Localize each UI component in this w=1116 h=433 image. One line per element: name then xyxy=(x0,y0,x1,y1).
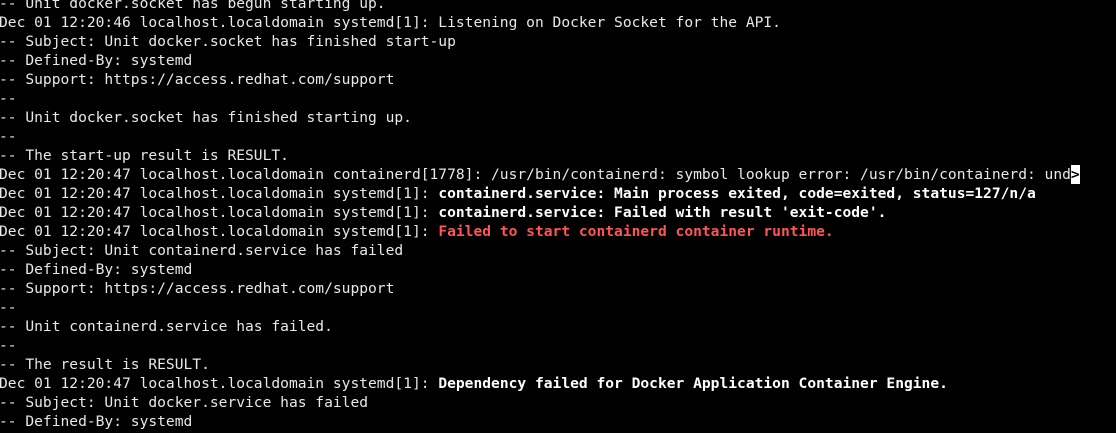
log-text: Dec 01 12:20:47 localhost.localdomain sy… xyxy=(0,185,439,202)
log-text: -- xyxy=(0,128,17,145)
log-text: Dec 01 12:20:47 localhost.localdomain co… xyxy=(0,166,1071,183)
log-message-highlight: containerd.service: Main process exited,… xyxy=(438,185,1036,202)
log-line: -- Unit docker.socket has begun starting… xyxy=(0,0,1116,13)
log-message-highlight: containerd.service: Failed with result '… xyxy=(438,204,887,221)
log-text: -- Unit docker.socket has finished start… xyxy=(0,109,412,126)
log-line: -- Defined-By: systemd xyxy=(0,412,1116,431)
log-line: -- Support: https://access.redhat.com/su… xyxy=(0,70,1116,89)
log-text: -- Subject: Unit containerd.service has … xyxy=(0,242,404,259)
log-text: -- xyxy=(0,337,17,354)
log-line: -- xyxy=(0,89,1116,108)
log-line: -- Unit containerd.service has failed. xyxy=(0,317,1116,336)
log-text: -- The start-up result is RESULT. xyxy=(0,147,289,164)
terminal-window[interactable]: -- Unit docker.socket has begun starting… xyxy=(0,0,1116,433)
log-text: -- Defined-By: systemd xyxy=(0,261,193,278)
log-text: -- Unit docker.socket has begun starting… xyxy=(0,0,386,12)
log-line: -- Defined-By: systemd xyxy=(0,51,1116,70)
log-text: -- Support: https://access.redhat.com/su… xyxy=(0,280,395,297)
log-line: -- Support: https://access.redhat.com/su… xyxy=(0,279,1116,298)
log-line: Dec 01 12:20:46 localhost.localdomain sy… xyxy=(0,13,1116,32)
log-line: -- Unit docker.socket has finished start… xyxy=(0,108,1116,127)
log-line: -- Subject: Unit docker.socket has finis… xyxy=(0,32,1116,51)
log-text: -- Subject: Unit docker.socket has finis… xyxy=(0,33,456,50)
log-text: Dec 01 12:20:47 localhost.localdomain sy… xyxy=(0,204,439,221)
log-line: -- The result is RESULT. xyxy=(0,355,1116,374)
log-line: -- Subject: Unit docker.service has fail… xyxy=(0,393,1116,412)
log-line: -- Subject: Unit containerd.service has … xyxy=(0,241,1116,260)
log-text: -- Subject: Unit docker.service has fail… xyxy=(0,394,369,411)
log-text: -- Defined-By: systemd xyxy=(0,413,193,430)
log-text: -- Unit containerd.service has failed. xyxy=(0,318,333,335)
log-text: -- The result is RESULT. xyxy=(0,356,210,373)
log-text: Dec 01 12:20:47 localhost.localdomain sy… xyxy=(0,375,439,392)
line-truncated-marker: > xyxy=(1070,165,1080,184)
log-line: -- Defined-By: systemd xyxy=(0,260,1116,279)
log-line: -- xyxy=(0,127,1116,146)
log-line: -- The start-up result is RESULT. xyxy=(0,146,1116,165)
log-message-highlight: Dependency failed for Docker Application… xyxy=(438,375,948,392)
log-line: Dec 01 12:20:47 localhost.localdomain sy… xyxy=(0,203,1116,222)
log-line: Dec 01 12:20:47 localhost.localdomain sy… xyxy=(0,222,1116,241)
log-line: -- xyxy=(0,298,1116,317)
log-message-error: Failed to start containerd container run… xyxy=(438,223,834,240)
log-line: Dec 01 12:20:47 localhost.localdomain sy… xyxy=(0,184,1116,203)
log-line: -- xyxy=(0,336,1116,355)
log-text: Dec 01 12:20:47 localhost.localdomain sy… xyxy=(0,223,439,240)
log-line: Dec 01 12:20:47 localhost.localdomain sy… xyxy=(0,374,1116,393)
log-text: -- xyxy=(0,90,17,107)
log-text: -- xyxy=(0,299,17,316)
log-text: -- Defined-By: systemd xyxy=(0,52,193,69)
log-line: Dec 01 12:20:47 localhost.localdomain co… xyxy=(0,165,1116,184)
log-text: Dec 01 12:20:46 localhost.localdomain sy… xyxy=(0,14,781,31)
journal-log-output: -- Unit docker.socket has begun starting… xyxy=(0,0,1116,431)
log-text: -- Support: https://access.redhat.com/su… xyxy=(0,71,395,88)
